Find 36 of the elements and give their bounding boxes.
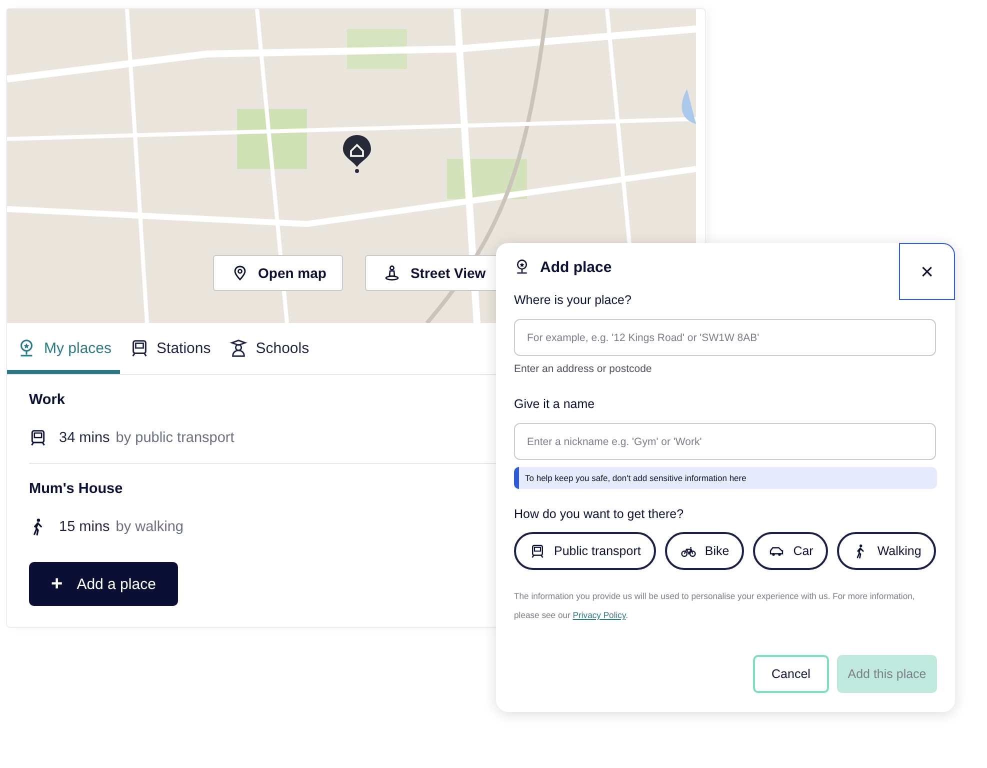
field-label: How do you want to get there? [514, 507, 685, 521]
place-name: Work [29, 392, 65, 408]
transport-mode-chip[interactable]: Car [753, 532, 828, 570]
tab[interactable]: My places [7, 323, 120, 374]
map-button[interactable]: Open map [213, 255, 344, 291]
nickname-input[interactable]: Enter a nickname e.g. 'Gym' or 'Work' [514, 423, 936, 460]
travel-mode: by walking [116, 519, 184, 535]
travel-duration: 34 mins [59, 430, 110, 446]
train-icon [530, 544, 545, 558]
add-place-button[interactable]: + Add a place [29, 562, 178, 606]
travel-mode: by public transport [116, 430, 234, 446]
transport-mode-chip[interactable]: Walking [837, 532, 936, 570]
field-hint: Enter an address or postcode [514, 363, 653, 375]
cancel-button[interactable]: Cancel [753, 655, 829, 693]
train-icon [130, 339, 149, 358]
privacy-policy-link[interactable]: Privacy Policy [572, 610, 626, 620]
tab[interactable]: Stations [120, 323, 219, 374]
transport-mode-chip[interactable]: Public transport [514, 532, 656, 570]
field-label: Where is your place? [514, 293, 632, 307]
notice-banner: To help keep you safe, don't add sensitive information here [514, 467, 937, 489]
place-name: Mum's House [29, 481, 123, 497]
location-pin-icon [232, 265, 248, 281]
travel-duration: 15 mins [59, 519, 110, 535]
address-input[interactable]: For example, e.g. '12 Kings Road' or 'SW1W 8AB' [514, 319, 936, 356]
close-button[interactable]: × [899, 243, 955, 300]
pin-star-icon [514, 258, 530, 276]
person-icon [384, 265, 400, 281]
graduate-icon [228, 339, 248, 358]
tab[interactable]: Schools [218, 323, 318, 374]
transport-mode-chip[interactable]: Bike [664, 532, 744, 570]
plus-icon: + [51, 574, 63, 594]
train-icon [29, 429, 47, 447]
home-marker-icon[interactable] [341, 133, 373, 173]
privacy-notice: The information you provide us will be used to personalise your experience with us. For more information, please see our Privacy Policy. [514, 590, 916, 622]
dialog-title: Add place [540, 258, 612, 276]
field-label: Give it a name [514, 397, 596, 411]
